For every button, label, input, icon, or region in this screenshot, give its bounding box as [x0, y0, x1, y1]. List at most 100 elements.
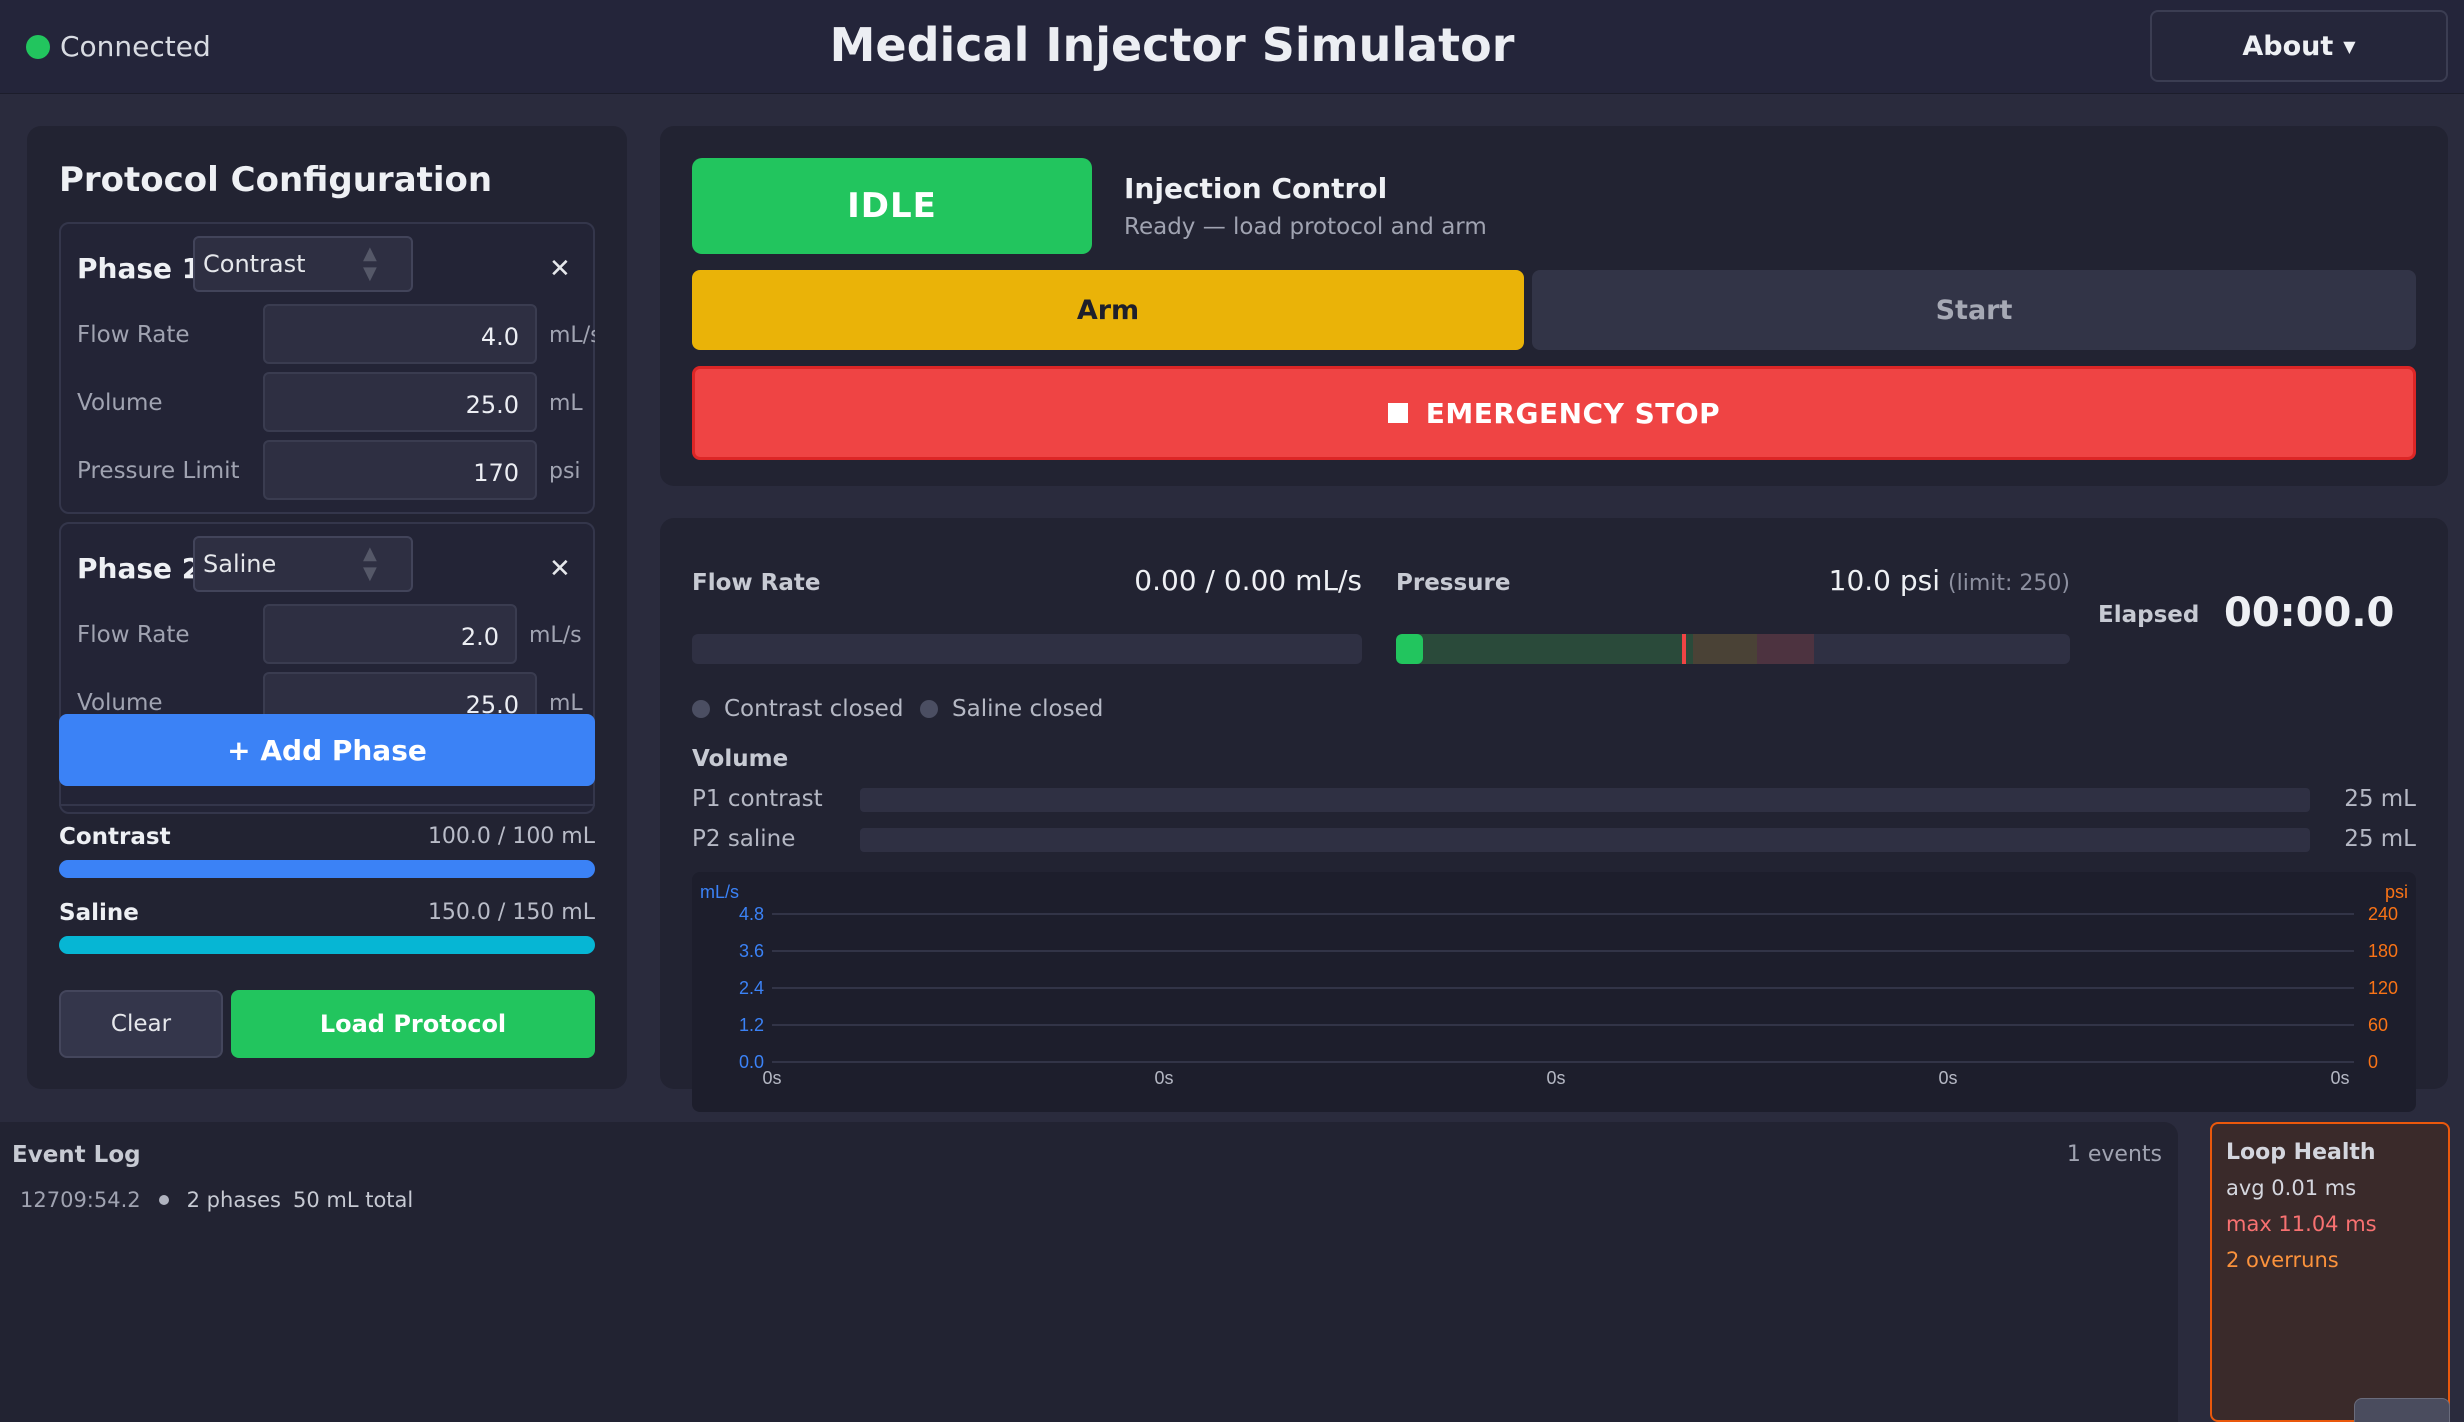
contrast-reservoir-fill: [59, 860, 595, 878]
saline-reservoir-label: Saline: [59, 900, 139, 926]
loop-health-title: Loop Health: [2226, 1140, 2376, 1165]
elapsed-value: 00:00.0: [2224, 590, 2395, 636]
pressure-readout: 10.0 psi (limit: 250): [1600, 564, 2070, 597]
right-tick-label: 240: [2368, 904, 2398, 924]
left-tick-label: 4.8: [739, 904, 764, 924]
event-log-panel[interactable]: Event Log 1 events 12709:54.2 2 phases 5…: [0, 1122, 2178, 1422]
flow-rate-value: 0.00 / 0.00 mL/s: [1134, 564, 1362, 597]
event-row: 12709:54.2 2 phases 50 mL total: [20, 1188, 413, 1212]
phase-type-select[interactable]: Saline ▲ ▼: [193, 536, 413, 592]
right-tick-label: 180: [2368, 941, 2398, 961]
valve-closed-icon: [920, 700, 938, 718]
left-tick-label: 3.6: [739, 941, 764, 961]
valve-label: Contrast closed: [724, 696, 904, 722]
stop-square-icon: [1387, 403, 1408, 423]
phase-type-value: Saline: [203, 550, 277, 578]
pressure-bar: [1396, 634, 2070, 664]
pressure-limit-label: Pressure Limit: [77, 458, 240, 484]
about-button[interactable]: About ▼: [2150, 10, 2448, 82]
x-tick-label: 0s: [1154, 1068, 1173, 1088]
elapsed-label: Elapsed: [2098, 602, 2200, 628]
loop-health-panel: Loop Health avg 0.01 ms max 11.04 ms 2 o…: [2210, 1122, 2450, 1422]
saline-reservoir-value: 150.0 / 150 mL: [427, 900, 595, 925]
flow-rate-input[interactable]: 2.0: [263, 604, 517, 664]
clear-button[interactable]: Clear: [59, 990, 223, 1058]
pressure-limit: (limit: 250): [1948, 571, 2070, 596]
flow-rate-unit: mL/s: [529, 623, 582, 648]
right-tick-label: 60: [2368, 1015, 2388, 1035]
arm-button[interactable]: Arm: [692, 270, 1524, 350]
pressure-limit-input[interactable]: 170: [263, 440, 537, 500]
left-tick-label: 0.0: [739, 1052, 764, 1072]
x-tick-label: 0s: [2330, 1068, 2349, 1088]
protocol-title: Protocol Configuration: [59, 160, 493, 200]
event-count: 1 events: [2066, 1142, 2162, 1167]
volume-amount: 25 mL: [2344, 786, 2416, 812]
pressure-limit-unit: psi: [549, 459, 581, 484]
left-tick-label: 2.4: [739, 978, 764, 998]
monitor-panel: Flow Rate 0.00 / 0.00 mL/s Pressure 10.0…: [660, 518, 2448, 1112]
volume-amount: 25 mL: [2344, 826, 2416, 852]
remove-phase-close-icon[interactable]: ✕: [549, 254, 571, 284]
divider: [59, 804, 595, 806]
left-axis-unit: mL/s: [700, 882, 739, 902]
add-phase-button[interactable]: + Add Phase: [59, 714, 595, 786]
contrast-reservoir-value: 100.0 / 100 mL: [427, 824, 595, 849]
volume-input[interactable]: 25.0: [263, 372, 537, 432]
volume-bar: [860, 788, 2310, 812]
volume-label: Volume: [77, 690, 163, 716]
valve-label: Saline closed: [952, 696, 1104, 722]
app-header: Connected Medical Injector Simulator Abo…: [0, 0, 2464, 94]
volume-label: Volume: [77, 390, 163, 416]
volume-unit: mL: [549, 391, 583, 416]
valve-closed-icon: [692, 700, 710, 718]
chart-svg: mL/s psi 4.8 240 3.6 180 2.4 120 1.2 60 0.0 0 0s 0s 0s…: [700, 882, 2408, 1088]
select-arrows-icon: ▲ ▼: [363, 243, 377, 284]
about-label: About: [2242, 30, 2334, 62]
bullet-icon: [158, 1195, 169, 1205]
pressure-warning-zone: [1692, 634, 1757, 664]
loop-health-button[interactable]: [2354, 1398, 2450, 1422]
caret-down-icon: ▼: [2343, 36, 2356, 56]
loop-overruns: 2 overruns: [2226, 1248, 2339, 1272]
saline-reservoir-fill: [59, 936, 595, 954]
load-protocol-button[interactable]: Load Protocol: [231, 990, 595, 1058]
volume-unit: mL: [549, 691, 583, 716]
pressure-value: 10.0 psi: [1828, 564, 1941, 597]
flow-rate-unit: mL/s: [549, 323, 595, 348]
injection-control-subtitle: Ready — load protocol and arm: [1124, 214, 1487, 240]
start-button[interactable]: Start: [1532, 270, 2416, 350]
select-arrows-icon: ▲ ▼: [363, 543, 377, 584]
contrast-valve-status: Contrast closed: [692, 696, 903, 722]
pressure-limit-marker: [1682, 634, 1687, 664]
pressure-danger-zone: [1756, 634, 1814, 664]
event-message: 2 phases: [186, 1188, 281, 1212]
event-detail: 50 mL total: [293, 1188, 414, 1212]
x-tick-label: 0s: [1546, 1068, 1565, 1088]
phase-title: Phase 2: [77, 552, 202, 585]
right-axis-unit: psi: [2385, 882, 2408, 902]
loop-max: max 11.04 ms: [2226, 1212, 2377, 1236]
protocol-panel: Protocol Configuration Phase 1 Contrast …: [27, 126, 627, 1089]
contrast-reservoir-label: Contrast: [59, 824, 171, 850]
emergency-stop-label: EMERGENCY STOP: [1425, 396, 1721, 430]
pressure-fill: [1396, 634, 1423, 664]
x-tick-label: 0s: [1938, 1068, 1957, 1088]
flow-rate-label: Flow Rate: [77, 322, 190, 348]
phase-type-select[interactable]: Contrast ▲ ▼: [193, 236, 413, 292]
loop-avg: avg 0.01 ms: [2226, 1176, 2357, 1200]
saline-reservoir-track: [59, 936, 595, 954]
emergency-stop-button[interactable]: EMERGENCY STOP: [692, 366, 2416, 460]
injection-control-panel: IDLE Injection Control Ready — load prot…: [660, 126, 2448, 486]
volume-name: P1 contrast: [692, 786, 823, 812]
remove-phase-close-icon[interactable]: ✕: [549, 554, 571, 584]
injection-control-title: Injection Control: [1124, 172, 1388, 205]
flow-rate-input[interactable]: 4.0: [263, 304, 537, 364]
contrast-reservoir-track: [59, 860, 595, 878]
volume-bar: [860, 828, 2310, 852]
app-title: Medical Injector Simulator: [829, 18, 1515, 72]
volume-title: Volume: [692, 746, 789, 772]
phase-title: Phase 1: [77, 252, 202, 285]
flow-rate-bar: [692, 634, 1362, 664]
right-tick-label: 120: [2368, 978, 2398, 998]
